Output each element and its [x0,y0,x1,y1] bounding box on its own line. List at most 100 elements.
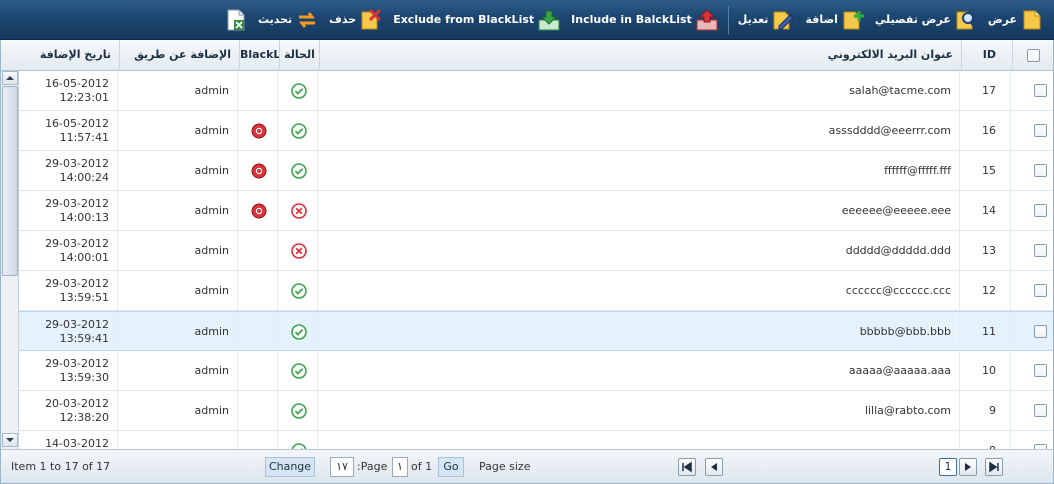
row-checkbox[interactable] [1034,325,1047,338]
id-cell: 15 [961,151,1011,191]
column-header-id[interactable]: ID [961,40,1012,70]
row-checkbox[interactable] [1034,164,1047,177]
column-header-added-date[interactable]: تاريخ الإضافة [19,40,119,70]
select-cell [1012,151,1053,191]
export-excel-button[interactable] [220,4,252,36]
added-date: 20-03-2012 [45,397,109,410]
page-size-input[interactable]: ١٧ [330,457,354,477]
delete-button[interactable]: حذف [325,4,387,36]
view-details-label: عرض تفصيلي [874,13,951,26]
column-header-blacklist[interactable]: BlackList [239,40,279,70]
grid-rows: 16-05-2012 12:23:01 admin salah@tacme.com 17… [19,71,1053,449]
page-of-label: of 1 [411,460,433,473]
added-time: 13:59:30 [59,371,109,384]
column-header-added-by[interactable]: الإضافة عن طريق [119,40,239,70]
status-cell [279,231,318,271]
email-cell: ddddd@ddddd.ddd [319,231,960,271]
added-date-cell: 14-03-2012 [19,431,118,449]
email-cell: eeeeee@eeeee.eee [319,191,960,231]
include-blacklist-button[interactable]: Include in BalckList [567,4,723,36]
status-error-icon [291,203,307,219]
blacklist-cell [239,431,278,449]
view-details-button[interactable]: عرض تفصيلي [871,4,982,36]
page-number-input[interactable]: ١ [392,457,408,477]
added-time: 14:00:13 [59,211,109,224]
previous-page-button[interactable] [705,458,723,476]
row-checkbox[interactable] [1034,404,1047,417]
scroll-down-button[interactable] [2,433,18,447]
table-row[interactable]: 14-03-2012 8 [19,431,1053,449]
added-date-cell: 29-03-2012 13:59:30 [19,351,118,391]
status-cell [279,151,318,191]
status-error-icon [291,243,307,259]
status-ok-icon [291,83,307,99]
added-time: 12:38:20 [59,411,109,424]
arrow-up-icon [6,76,14,80]
added-date: 29-03-2012 [45,197,109,210]
last-page-button[interactable] [985,458,1003,476]
edit-button[interactable]: تعديل [734,4,800,36]
first-page-button[interactable] [678,458,696,476]
row-checkbox[interactable] [1034,124,1047,137]
status-cell [279,351,318,391]
row-checkbox[interactable] [1034,244,1047,257]
include-blacklist-icon [695,8,719,32]
page-size-label: Page size [479,460,531,473]
arrow-down-icon [6,438,14,442]
view-button[interactable]: عرض [984,4,1048,36]
select-cell [1012,312,1053,352]
added-date-cell: 20-03-2012 12:38:20 [19,391,118,431]
edit-label: تعديل [737,13,769,26]
added-time: 14:00:01 [59,251,109,264]
row-checkbox[interactable] [1034,204,1047,217]
go-button[interactable]: Go [438,457,464,477]
row-checkbox[interactable] [1034,364,1047,377]
row-checkbox[interactable] [1034,284,1047,297]
table-row[interactable]: 29-03-2012 13:59:41 admin bbbbb@bbb.bbb 11 [19,311,1053,352]
table-row[interactable]: 29-03-2012 14:00:13 admin eeeeee@eeeee.eee 1… [19,191,1053,231]
column-header-status[interactable]: الحالة [279,40,319,70]
status-ok-icon [291,403,307,419]
added-date-cell: 16-05-2012 12:23:01 [19,71,118,111]
blacklist-cell [239,71,278,111]
table-row[interactable]: 29-03-2012 14:00:01 admin ddddd@ddddd.ddd 13 [19,231,1053,271]
scroll-thumb[interactable] [2,86,18,276]
table-row[interactable]: 16-05-2012 12:23:01 admin salah@tacme.com 17 [19,71,1053,111]
delete-icon [359,8,383,32]
table-row[interactable]: 29-03-2012 13:59:30 admin aaaaa@aaaaa.aaa 10 [19,351,1053,391]
page-label: :Page [357,460,388,473]
add-button[interactable]: اضافة [801,4,868,36]
column-header-email[interactable]: عنوان البريد الالكتروني [319,40,961,70]
blacklist-cell [239,271,278,311]
table-row[interactable]: 29-03-2012 14:00:24 admin ffffff@fffff.fff 1… [19,151,1053,191]
blacklist-cell [239,151,278,191]
emails-grid: تاريخ الإضافة الإضافة عن طريق BlackList … [0,40,1054,484]
refresh-icon [295,8,319,32]
added-by-cell [119,431,238,449]
table-row[interactable]: 29-03-2012 13:59:51 admin cccccc@cccccc.ccc… [19,271,1053,311]
select-all-checkbox[interactable] [1027,49,1040,62]
status-cell [279,312,318,352]
blacklist-icon [251,163,267,179]
grid-header: تاريخ الإضافة الإضافة عن طريق BlackList … [1,40,1053,71]
table-row[interactable]: 20-03-2012 12:38:20 admin lilla@rabto.com 9 [19,391,1053,431]
exclude-blacklist-button[interactable]: Exclude from BlackList [389,4,565,36]
id-cell: 14 [961,191,1011,231]
vertical-scrollbar[interactable] [1,71,19,449]
table-row[interactable]: 16-05-2012 11:57:41 admin asssdddd@eeerrr.c… [19,111,1053,151]
refresh-button[interactable]: تحديث [254,4,323,36]
column-header-select-all [1012,40,1053,70]
scroll-up-button[interactable] [2,71,18,85]
added-by-cell: admin [119,391,238,431]
status-cell [279,391,318,431]
change-button[interactable]: Change [265,457,315,477]
added-time: 13:59:51 [59,291,109,304]
blacklist-cell [239,231,278,271]
row-checkbox[interactable] [1034,84,1047,97]
status-ok-icon [291,163,307,179]
next-page-button[interactable] [959,458,977,476]
status-cell [279,71,318,111]
page-1-button[interactable]: 1 [939,458,957,476]
view-label: عرض [987,13,1017,26]
added-date-cell: 29-03-2012 13:59:51 [19,271,118,311]
